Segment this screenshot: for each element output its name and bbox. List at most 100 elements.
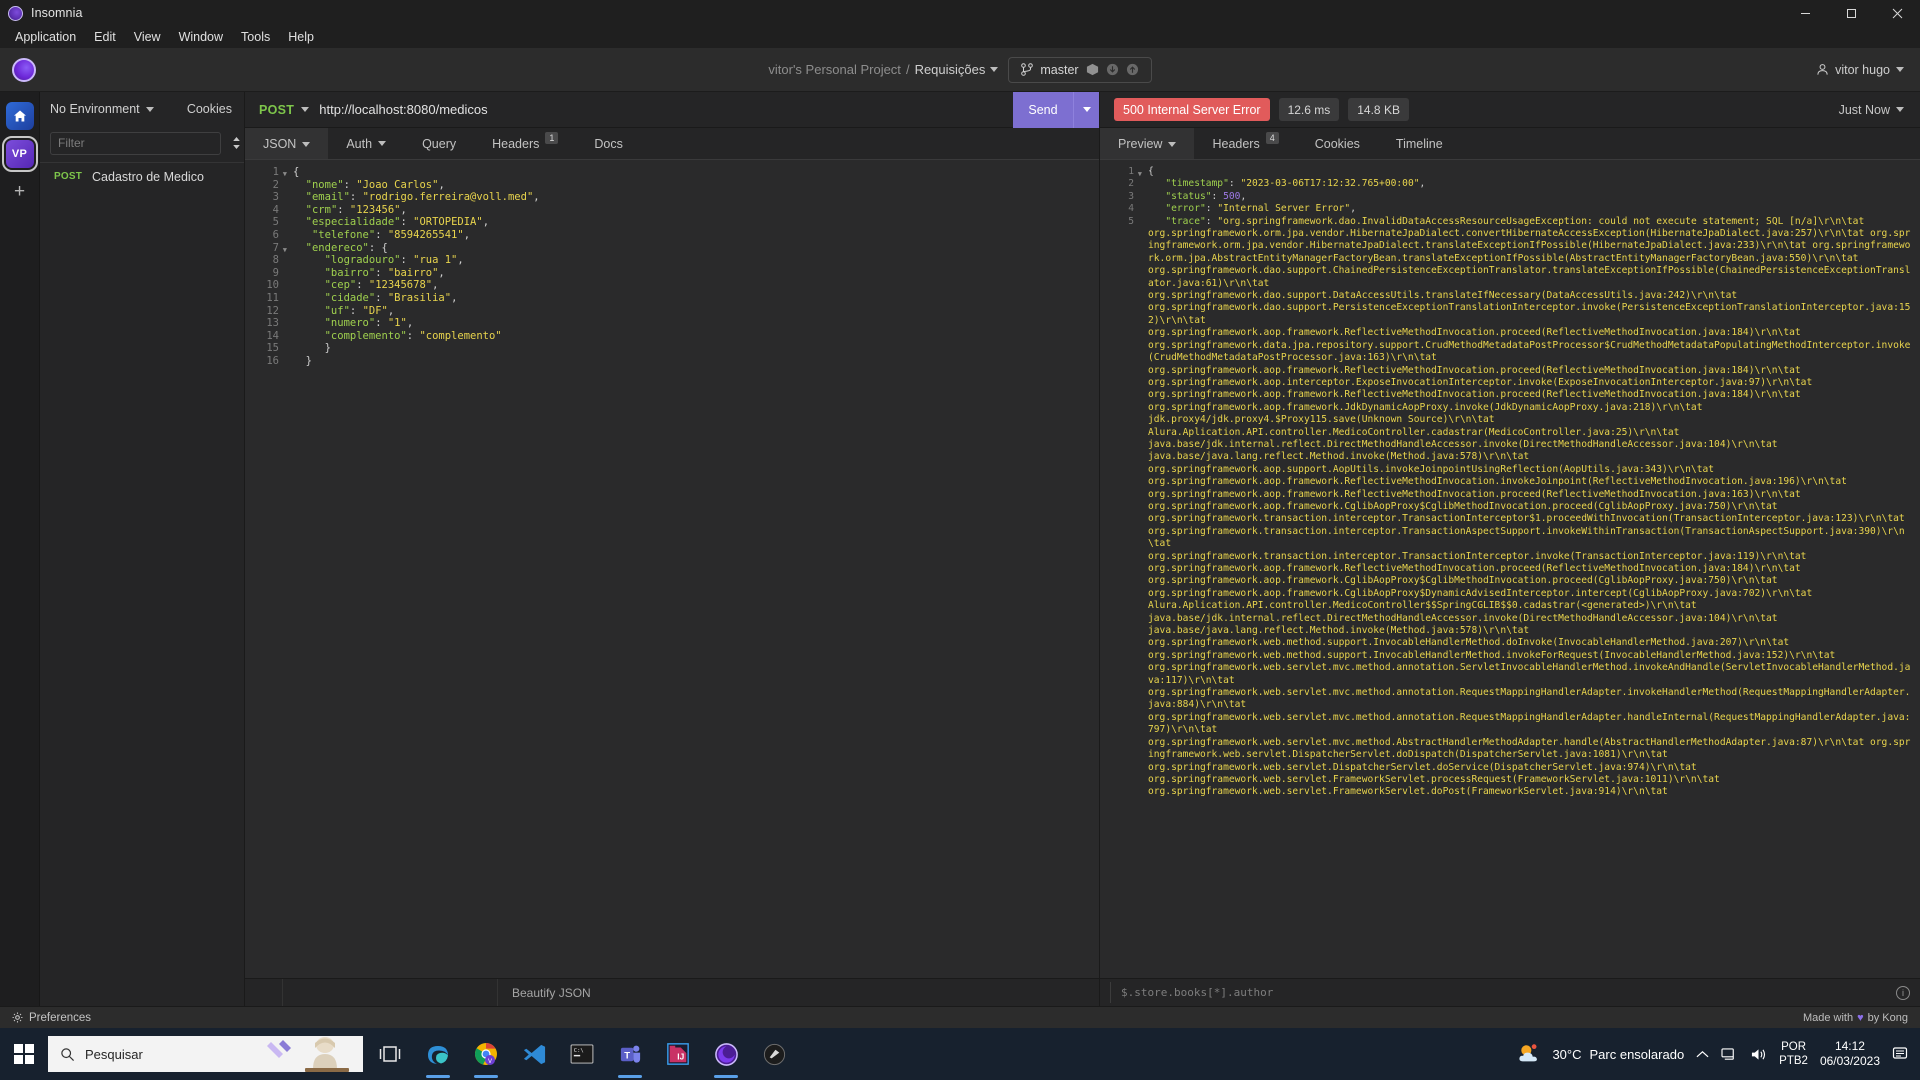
line-number-continuation — [1100, 488, 1134, 500]
network-button[interactable] — [1721, 1047, 1738, 1062]
menu-item-window[interactable]: Window — [170, 28, 232, 46]
request-tabs: JSON Auth Query Headers 1 Docs — [245, 128, 1099, 160]
code-line-trace: java.base/java.lang.reflect.Method.invok… — [1148, 625, 1530, 637]
made-with-pre: Made with — [1802, 1011, 1854, 1024]
code-line-trace: org.springframework.aop.framework.Reflec… — [1148, 389, 1801, 401]
volume-button[interactable] — [1750, 1047, 1767, 1062]
tab-auth[interactable]: Auth — [328, 128, 404, 159]
search-placeholder: Pesquisar — [85, 1046, 143, 1062]
notifications-button[interactable] — [1892, 1046, 1910, 1062]
tab-query[interactable]: Query — [404, 128, 474, 159]
tab-response-cookies[interactable]: Cookies — [1297, 128, 1378, 159]
line-number: 5 — [1128, 215, 1134, 227]
taskbar-app-edge[interactable] — [415, 1028, 461, 1080]
cookies-button[interactable]: Cookies — [187, 102, 232, 116]
code-line-trace: org.springframework.web.servlet.Framewor… — [1148, 786, 1668, 798]
taskbar-app-vscode[interactable] — [511, 1028, 557, 1080]
beautify-json-button[interactable]: Beautify JSON — [498, 979, 605, 1007]
code-line-trace: org.springframework.web.servlet.mvc.meth… — [1148, 736, 1911, 761]
response-tabs: Preview Headers 4 Cookies Timeline — [1100, 128, 1920, 160]
headers-count-badge: 1 — [545, 131, 559, 144]
taskbar-app-insomnia[interactable] — [703, 1028, 749, 1080]
taskbar-app-postman[interactable] — [751, 1028, 797, 1080]
code-line-trace: java.base/jdk.internal.reflect.DirectMet… — [1148, 438, 1778, 450]
line-number-continuation — [1100, 377, 1134, 389]
code-line: { — [293, 166, 300, 178]
show-hidden-icons-button[interactable] — [1696, 1050, 1709, 1059]
sort-button[interactable] — [231, 136, 242, 150]
task-view-button[interactable] — [367, 1028, 413, 1080]
chevron-down-icon — [1168, 141, 1177, 147]
line-number-continuation — [1100, 513, 1134, 525]
vscode-icon — [523, 1044, 545, 1064]
code-line: "uf": "DF", — [324, 304, 395, 317]
response-size[interactable]: 14.8 KB — [1348, 98, 1409, 121]
code-line-trace: org.springframework.aop.framework.Reflec… — [1148, 563, 1801, 574]
request-method-badge: POST — [54, 171, 83, 182]
rail-home-button[interactable] — [5, 102, 34, 130]
weather-widget[interactable]: 30°C Parc ensolarado — [1516, 1043, 1684, 1065]
menu-bar: Application Edit View Window Tools Help — [0, 26, 1920, 48]
status-badge[interactable]: 500 Internal Server Error — [1114, 98, 1270, 121]
tab-docs[interactable]: Docs — [576, 128, 640, 159]
code-line: "error": "Internal Server Error", — [1165, 203, 1356, 215]
taskbar-app-intellij[interactable]: IJ — [655, 1028, 701, 1080]
menu-item-help[interactable]: Help — [279, 28, 323, 46]
code-line-trace: org.springframework.dao.support.Persiste… — [1148, 302, 1911, 326]
line-number-continuation — [1100, 426, 1134, 438]
response-time[interactable]: 12.6 ms — [1278, 98, 1340, 121]
jsonpath-filter-input[interactable] — [1110, 982, 1888, 1003]
rail-workspace-button[interactable]: VP — [1, 136, 38, 172]
filter-input[interactable] — [50, 131, 221, 155]
start-button[interactable] — [0, 1028, 48, 1080]
menu-item-application[interactable]: Application — [6, 28, 85, 46]
send-options-button[interactable] — [1073, 91, 1099, 128]
response-history-selector[interactable]: Just Now — [1839, 103, 1904, 117]
maximize-button[interactable] — [1828, 0, 1874, 26]
taskbar-app-teams[interactable]: T — [607, 1028, 653, 1080]
code-line-trace: org.springframework.web.servlet.Framewor… — [1148, 773, 1720, 785]
minimize-button[interactable] — [1782, 0, 1828, 26]
app-logo-button[interactable] — [0, 48, 48, 92]
jsonpath-help-icon[interactable]: i — [1896, 985, 1910, 1000]
taskbar-app-chrome[interactable]: V — [463, 1028, 509, 1080]
tab-timeline[interactable]: Timeline — [1378, 128, 1461, 159]
url-input[interactable] — [319, 102, 1013, 117]
send-button[interactable]: Send — [1013, 91, 1073, 128]
taskbar-app-terminal[interactable]: C:\ — [559, 1028, 605, 1080]
request-body-editor[interactable]: 1 ▼ 2 3 4 5 6 7 ▼ 8 9 10 11 12 13 14 15 16 { "nome": "Joa… — [245, 160, 1099, 978]
response-body-code[interactable]: { "timestamp": "2023-03-06T17:12:32.765+… — [1138, 160, 1920, 978]
response-body-viewer[interactable]: 1 ▼ 2 3 4 5 { "timestamp": "2023-03-06T17:12:… — [1100, 160, 1920, 978]
code-line-trace: jdk.proxy4/jdk.proxy4.$Proxy115.save(Unk… — [1148, 414, 1495, 426]
request-list: POST Cadastro de Medico — [40, 163, 244, 1006]
line-number: 2 — [272, 178, 279, 191]
windows-logo-icon — [13, 1043, 35, 1065]
breadcrumb[interactable]: vitor's Personal Project / Requisições — [768, 62, 999, 77]
clock[interactable]: 14:12 06/03/2023 — [1820, 1039, 1880, 1069]
menu-item-view[interactable]: View — [125, 28, 170, 46]
environment-selector[interactable]: No Environment — [50, 102, 154, 116]
preferences-button[interactable]: Preferences — [12, 1012, 91, 1024]
list-item[interactable]: POST Cadastro de Medico — [40, 163, 244, 190]
taskbar-search[interactable]: Pesquisar — [48, 1036, 363, 1072]
git-branch-control[interactable]: master — [1008, 56, 1152, 83]
insomnia-circle-icon — [12, 57, 36, 82]
menu-item-tools[interactable]: Tools — [232, 28, 279, 46]
chrome-icon: V — [474, 1043, 497, 1065]
input-language-indicator[interactable]: POR PTB2 — [1779, 1040, 1808, 1068]
weather-icon — [1519, 1044, 1538, 1062]
request-body-code[interactable]: { "nome": "Joao Carlos", "email": "rodri… — [283, 160, 1099, 978]
tab-preview[interactable]: Preview — [1100, 128, 1195, 159]
account-menu[interactable]: vitor hugo — [1816, 63, 1904, 77]
tab-response-headers[interactable]: Headers 4 — [1194, 128, 1296, 159]
tab-json[interactable]: JSON — [245, 128, 329, 159]
close-button[interactable] — [1874, 0, 1920, 26]
response-pane: 500 Internal Server Error 12.6 ms 14.8 K… — [1100, 92, 1920, 1006]
method-selector[interactable]: POST — [245, 103, 319, 117]
code-line: "status": 500, — [1165, 190, 1247, 202]
lang-line-2: PTB2 — [1779, 1055, 1808, 1067]
rail-add-button[interactable]: + — [6, 178, 34, 206]
menu-item-edit[interactable]: Edit — [85, 28, 125, 46]
tab-headers[interactable]: Headers 1 — [474, 128, 576, 159]
speaker-icon — [1752, 1048, 1766, 1060]
